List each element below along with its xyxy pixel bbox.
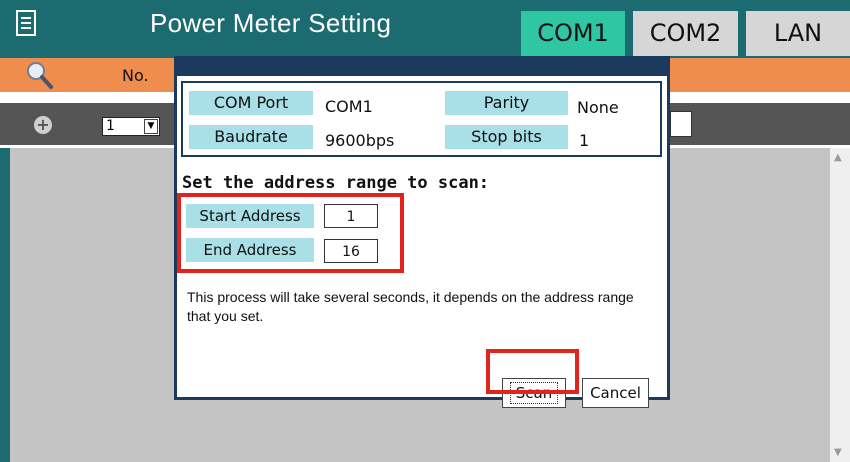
address-range-title: Set the address range to scan: [182, 173, 490, 193]
address-range-highlight [177, 193, 404, 273]
com-settings-box: COM Port COM1 Parity None Baudrate 9600b… [181, 81, 662, 157]
search-icon[interactable] [24, 60, 54, 90]
row-field[interactable] [670, 111, 692, 137]
stop-bits-value: 1 [579, 131, 590, 150]
com-port-label: COM Port [189, 91, 313, 115]
title-bar: Power Meter Setting COM1 COM2 LAN [0, 0, 850, 58]
page-title: Power Meter Setting [150, 8, 392, 38]
column-no-label: No. [122, 66, 149, 85]
baudrate-label: Baudrate [189, 125, 313, 149]
scan-description: This process will take several seconds, … [187, 289, 634, 324]
parity-value: None [577, 98, 619, 117]
scroll-down-icon[interactable]: ▼ [834, 447, 842, 458]
vertical-scrollbar[interactable]: ▲ ▼ [830, 148, 850, 462]
parity-label: Parity [445, 91, 568, 115]
cancel-button[interactable]: Cancel [582, 378, 649, 408]
com-port-value: COM1 [325, 97, 373, 116]
scan-button-highlight [486, 349, 579, 394]
app-window: Power Meter Setting COM1 COM2 LAN No. + … [0, 0, 850, 462]
meter-no-select[interactable]: 1 ▼ [102, 117, 160, 136]
menu-icon[interactable] [16, 10, 36, 36]
tab-lan[interactable]: LAN [746, 11, 850, 56]
add-icon[interactable]: + [34, 116, 52, 134]
stop-bits-label: Stop bits [445, 125, 568, 149]
left-border [0, 148, 10, 462]
tab-com1[interactable]: COM1 [521, 11, 625, 56]
baudrate-value: 9600bps [325, 131, 395, 150]
meter-no-value: 1 [106, 118, 115, 134]
scroll-up-icon[interactable]: ▲ [834, 152, 842, 163]
tab-com2[interactable]: COM2 [633, 11, 738, 56]
dropdown-arrow-icon[interactable]: ▼ [144, 119, 158, 134]
